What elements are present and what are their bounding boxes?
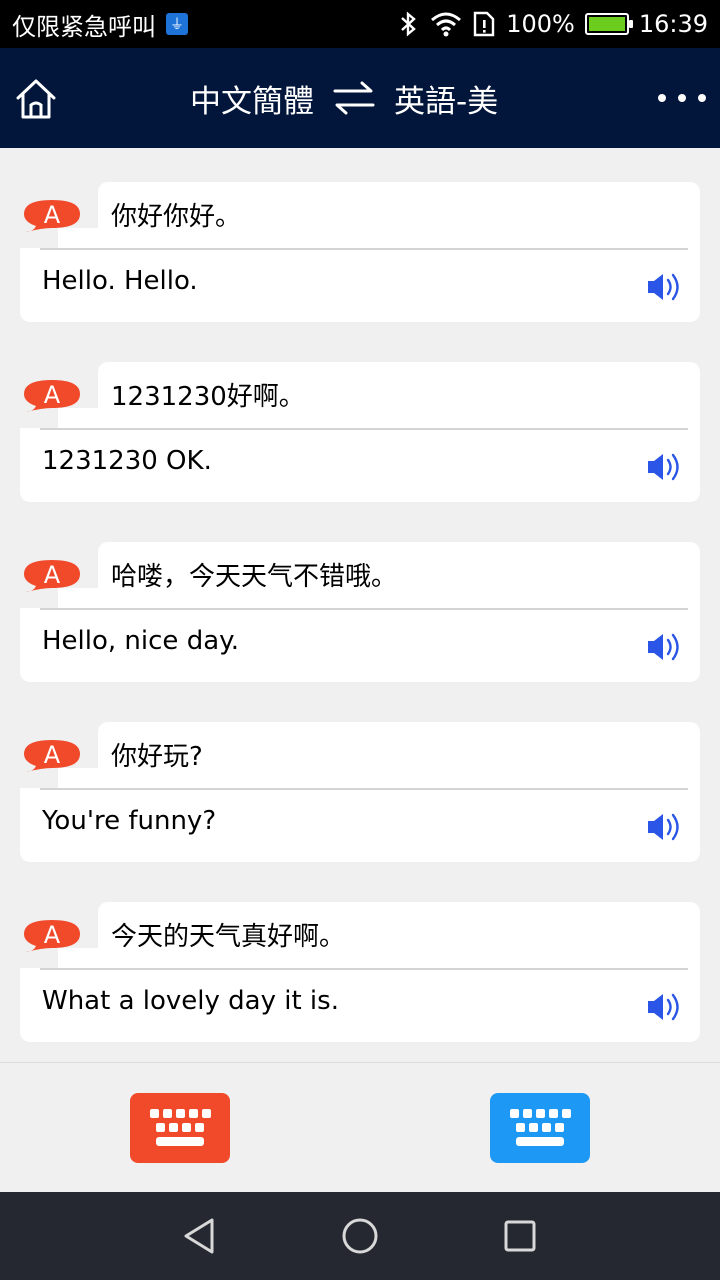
- source-card: 1231230好啊。: [58, 362, 700, 428]
- translation-card: Hello, nice day.: [20, 608, 700, 682]
- carrier-text: 仅限紧急呼叫: [12, 12, 156, 41]
- source-card: 今天的天气真好啊。: [58, 902, 700, 968]
- more-options-button[interactable]: [658, 84, 706, 112]
- avatar-label: A: [44, 201, 61, 229]
- translation-text: You're funny?: [42, 806, 217, 836]
- speaker-icon: [648, 273, 679, 301]
- home-icon: [16, 79, 56, 119]
- recent-apps-icon: [504, 1220, 536, 1252]
- sim-alert-icon: [472, 11, 496, 37]
- system-home-button[interactable]: [338, 1214, 382, 1258]
- app-header: 中文簡體 英語-美: [0, 48, 720, 148]
- wifi-icon: [430, 11, 462, 37]
- divider: [40, 968, 688, 970]
- translation-text: 1231230 OK.: [42, 446, 212, 476]
- status-bar: 仅限紧急呼叫 ⏚ 100% 16:39: [0, 0, 720, 48]
- avatar-label: A: [44, 921, 61, 949]
- avatar-label: A: [44, 381, 61, 409]
- translation-text: What a lovely day it is.: [42, 986, 339, 1016]
- message-item[interactable]: A 1231230好啊。 1231230 OK.: [20, 362, 700, 502]
- battery-icon: [584, 13, 633, 35]
- avatar-label: A: [44, 741, 61, 769]
- conversation-list[interactable]: A 你好你好。 Hello. Hello. A 1231230好啊。 1231230 OK…: [0, 148, 720, 1062]
- recent-apps-button[interactable]: [498, 1214, 542, 1258]
- swap-languages-button[interactable]: [332, 76, 376, 120]
- bluetooth-icon: [398, 11, 420, 37]
- target-language[interactable]: 英語-美: [394, 76, 498, 121]
- speaker-icon: [648, 993, 679, 1021]
- divider: [40, 248, 688, 250]
- translation-card: 1231230 OK.: [20, 428, 700, 502]
- back-button[interactable]: [178, 1214, 222, 1258]
- message-item[interactable]: A 今天的天气真好啊。 What a lovely day it is.: [20, 902, 700, 1042]
- divider: [40, 608, 688, 610]
- source-keyboard-button[interactable]: [130, 1093, 230, 1163]
- source-text: 今天的天气真好啊。: [111, 922, 346, 952]
- system-nav-bar: [0, 1192, 720, 1280]
- avatar-label: A: [44, 561, 61, 589]
- target-keyboard-button[interactable]: [490, 1093, 590, 1163]
- battery-percent: 100%: [506, 10, 575, 38]
- source-card: 哈喽，今天天气不错哦。: [58, 542, 700, 608]
- speaker-icon: [648, 453, 679, 481]
- source-text: 哈喽，今天天气不错哦。: [111, 562, 398, 592]
- message-item[interactable]: A 你好你好。 Hello. Hello.: [20, 182, 700, 322]
- play-audio-button[interactable]: [646, 450, 684, 484]
- home-circle-icon: [342, 1218, 378, 1254]
- source-card: 你好你好。: [58, 182, 700, 248]
- message-item[interactable]: A 哈喽，今天天气不错哦。 Hello, nice day.: [20, 542, 700, 682]
- source-language[interactable]: 中文簡體: [190, 76, 314, 121]
- play-audio-button[interactable]: [646, 270, 684, 304]
- language-switcher: 中文簡體 英語-美: [190, 72, 498, 124]
- keyboard-icon: [150, 1109, 211, 1146]
- usb-icon: ⏚: [166, 13, 188, 35]
- swap-arrows-icon: [333, 81, 375, 115]
- translation-text: Hello, nice day.: [42, 626, 240, 656]
- source-card: 你好玩?: [58, 722, 700, 788]
- clock: 16:39: [638, 10, 708, 38]
- source-text: 1231230好啊。: [111, 382, 305, 412]
- play-audio-button[interactable]: [646, 990, 684, 1024]
- divider: [40, 428, 688, 430]
- home-button[interactable]: [12, 76, 60, 124]
- message-item[interactable]: A 你好玩? You're funny?: [20, 722, 700, 862]
- input-toolbar: [0, 1062, 720, 1192]
- more-dots-icon: [658, 94, 666, 102]
- divider: [40, 788, 688, 790]
- speaker-icon: [648, 813, 679, 841]
- back-icon: [184, 1218, 214, 1254]
- translation-card: What a lovely day it is.: [20, 968, 700, 1042]
- source-text: 你好玩?: [111, 742, 203, 772]
- play-audio-button[interactable]: [646, 630, 684, 664]
- translation-card: You're funny?: [20, 788, 700, 862]
- translation-text: Hello. Hello.: [42, 266, 198, 296]
- keyboard-icon: [510, 1109, 571, 1146]
- speaker-icon: [648, 633, 679, 661]
- play-audio-button[interactable]: [646, 810, 684, 844]
- source-text: 你好你好。: [111, 202, 242, 232]
- translation-card: Hello. Hello.: [20, 248, 700, 322]
